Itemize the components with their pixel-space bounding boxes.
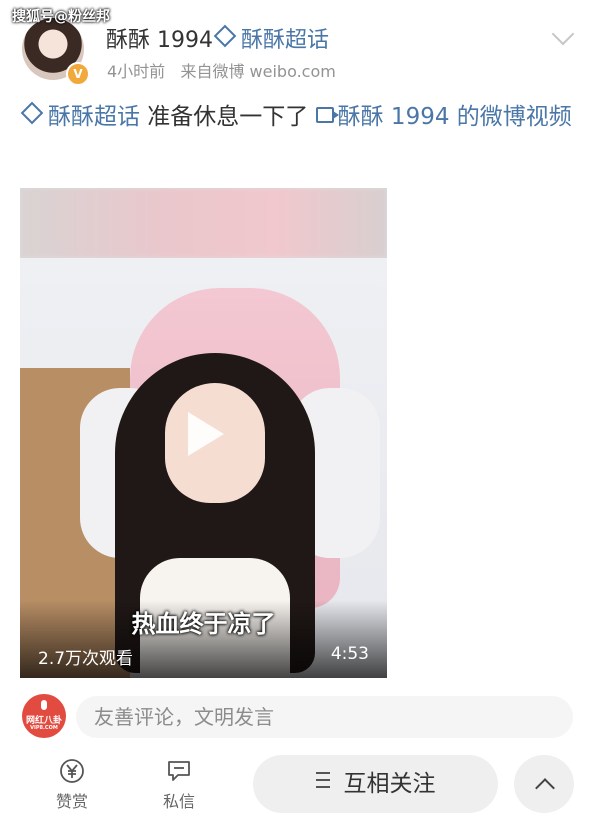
comment-input[interactable]: 友善评论，文明发言: [76, 696, 573, 738]
reward-label: 赞赏: [55, 792, 88, 811]
video-duration: 4:53: [330, 644, 369, 664]
supertopic-badge[interactable]: 酥酥超话: [213, 22, 330, 54]
menu-bars-icon: [315, 772, 330, 788]
post-meta: 4小时前 来自微博 weibo.com: [107, 58, 336, 82]
commenter-avatar[interactable]: 网红八卦 VIP8.COM: [22, 694, 66, 738]
chevron-up-icon: [535, 778, 555, 798]
message-label: 私信: [162, 792, 195, 811]
more-chevron-icon[interactable]: [551, 22, 575, 46]
microphone-icon: [41, 700, 47, 710]
commenter-avatar-sub: VIP8.COM: [30, 725, 58, 731]
verified-badge-icon: V: [66, 62, 90, 86]
diamond-icon: [20, 101, 44, 125]
chat-bubble-icon: [168, 761, 190, 781]
play-icon[interactable]: [188, 412, 224, 456]
video-player[interactable]: 热血终于凉了 2.7万次观看 4:53: [20, 188, 387, 678]
topic-link[interactable]: 酥酥超话: [20, 101, 140, 130]
post-source: 来自微博 weibo.com: [180, 62, 336, 81]
message-button[interactable]: 私信: [149, 758, 209, 812]
follow-button[interactable]: 互相关注: [253, 755, 498, 813]
blurred-video-area: [20, 188, 387, 258]
action-footer: 赞赏 私信 互相关注: [0, 748, 593, 831]
yen-coin-icon: [60, 759, 84, 783]
author-name[interactable]: 酥酥 1994: [106, 22, 213, 54]
video-subtitle: 热血终于凉了: [131, 610, 276, 638]
video-link-label: 酥酥 1994 的微博视频: [337, 104, 572, 130]
scroll-top-button[interactable]: [514, 755, 574, 813]
post-text: 酥酥超话 准备休息一下了 酥酥 1994 的微博视频: [20, 98, 582, 136]
watermark: 搜狐号@粉丝邦: [12, 9, 110, 25]
post-body: 准备休息一下了: [140, 104, 316, 130]
video-camera-icon: [315, 107, 339, 123]
video-view-count: 2.7万次观看: [38, 649, 134, 669]
comment-bar: 网红八卦 VIP8.COM 友善评论，文明发言: [0, 694, 593, 744]
reward-button[interactable]: 赞赏: [42, 758, 102, 812]
topic-link-label: 酥酥超话: [48, 104, 140, 130]
post-time: 4小时前: [107, 62, 166, 81]
follow-label: 互相关注: [343, 771, 436, 797]
diamond-icon: [213, 24, 237, 48]
video-link[interactable]: 酥酥 1994 的微博视频: [315, 104, 572, 130]
supertopic-badge-label: 酥酥超话: [241, 28, 330, 53]
